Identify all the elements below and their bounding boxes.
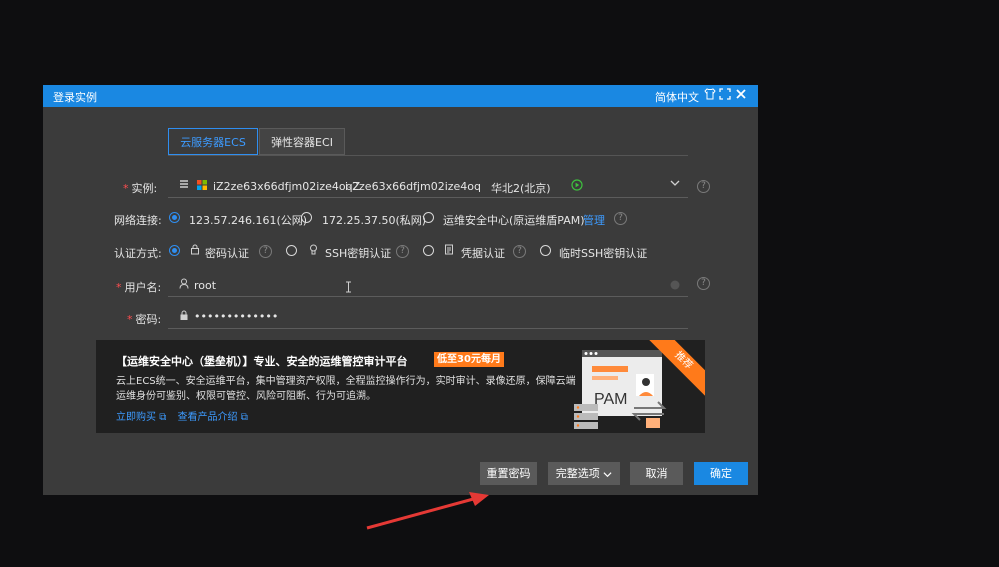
radio-network-private[interactable] [301, 212, 312, 223]
full-options-label: 完整选项 [555, 467, 600, 480]
help-icon[interactable]: ? [614, 212, 627, 225]
username-input[interactable]: root [194, 279, 216, 292]
tab-ecs[interactable]: 云服务器ECS [168, 128, 258, 155]
windows-icon [196, 179, 208, 194]
lock-icon [190, 244, 200, 258]
manage-link[interactable]: 管理 [583, 212, 605, 228]
username-label: * 用户名: [116, 281, 162, 294]
confirm-button[interactable]: 确定 [694, 462, 748, 485]
pam-promo-banner: 【运维安全中心（堡垒机）】专业、安全的运维管控审计平台 低至30元每月 云上EC… [96, 340, 705, 433]
cancel-button[interactable]: 取消 [630, 462, 683, 485]
tab-eci[interactable]: 弹性容器ECI [259, 128, 345, 155]
network-option-public[interactable]: 123.57.246.161(公网) [189, 212, 307, 228]
chevron-down-icon[interactable] [670, 178, 680, 191]
instance-underline [168, 197, 688, 198]
close-icon[interactable] [735, 88, 747, 104]
radio-auth-password[interactable] [169, 245, 180, 256]
help-icon[interactable]: ? [396, 245, 409, 258]
instance-id: i-2ze63x66dfjm02ize4oq [345, 180, 482, 193]
user-icon [179, 278, 189, 292]
dialog-titlebar: 登录实例 简体中文 [43, 85, 758, 107]
running-status-icon [571, 179, 583, 194]
auth-label: 认证方式: [114, 247, 162, 260]
help-icon[interactable]: ? [697, 180, 710, 193]
network-label: 网络连接: [114, 214, 162, 227]
help-icon[interactable]: ? [513, 245, 526, 258]
instance-name: iZ2ze63x66dfjm02ize4oqZ [213, 180, 361, 193]
banner-desc-line: 云上ECS统一、安全运维平台，集中管理资产权限，全程监控操作行为，实时审计、录像… [116, 376, 576, 387]
network-option-pam[interactable]: 运维安全中心(原运维盾PAM) [443, 212, 585, 228]
password-input[interactable]: ••••••••••••• [194, 310, 278, 323]
radio-auth-ssh[interactable] [286, 245, 297, 256]
product-intro-link[interactable]: 查看产品介绍 [178, 412, 238, 423]
radio-network-public[interactable] [169, 212, 180, 223]
banner-desc-line: 运维身份可鉴别、权限可管控、风险可阻断、行为可追溯。 [116, 391, 376, 402]
password-underline [168, 328, 688, 329]
reset-password-button[interactable]: 重置密码 [480, 462, 537, 485]
auth-option-ssh[interactable]: SSH密钥认证 [325, 245, 391, 261]
text-cursor-icon [345, 281, 352, 296]
radio-auth-temp-ssh[interactable] [540, 245, 551, 256]
lock-icon [179, 310, 189, 324]
radio-network-pam[interactable] [423, 212, 434, 223]
username-underline [168, 296, 688, 297]
auth-option-temp-ssh[interactable]: 临时SSH密钥认证 [559, 245, 647, 261]
radio-auth-credential[interactable] [423, 245, 434, 256]
shirt-icon[interactable] [704, 88, 716, 104]
login-dialog: 登录实例 简体中文 云服务器ECS 弹性容器ECI * 实例: iZ2ze63x6… [43, 85, 758, 495]
list-icon [179, 179, 189, 192]
fullscreen-icon[interactable] [719, 88, 731, 104]
buy-now-link[interactable]: 立即购买 [116, 412, 156, 423]
banner-links: 立即购买 ⧉ 查看产品介绍 ⧉ [116, 408, 248, 423]
dialog-title: 登录实例 [53, 91, 97, 104]
password-label: * 密码: [127, 313, 162, 326]
help-icon[interactable]: ? [259, 245, 272, 258]
auth-option-credential[interactable]: 凭据认证 [461, 245, 505, 261]
auth-option-password[interactable]: 密码认证 [205, 245, 249, 261]
key-icon [308, 244, 319, 258]
language-selector[interactable]: 简体中文 [655, 89, 699, 105]
external-link-icon: ⧉ [240, 412, 248, 423]
instance-label: * 实例: [123, 182, 158, 195]
credential-icon [444, 244, 454, 258]
clear-icon[interactable] [670, 280, 680, 293]
chevron-down-icon [603, 467, 612, 480]
banner-description: 云上ECS统一、安全运维平台，集中管理资产权限，全程监控操作行为，实时审计、录像… [116, 374, 576, 404]
pam-label: PAM [594, 391, 628, 408]
network-option-private[interactable]: 172.25.37.50(私网) [322, 212, 426, 228]
external-link-icon: ⧉ [159, 412, 167, 423]
full-options-button[interactable]: 完整选项 [548, 462, 620, 485]
banner-title: 【运维安全中心（堡垒机）】专业、安全的运维管控审计平台 [116, 355, 408, 368]
price-badge: 低至30元每月 [434, 352, 504, 367]
help-icon[interactable]: ? [697, 277, 710, 290]
annotation-arrow [365, 490, 495, 536]
instance-region: 华北2(北京) [491, 182, 551, 195]
tab-divider [168, 155, 688, 156]
